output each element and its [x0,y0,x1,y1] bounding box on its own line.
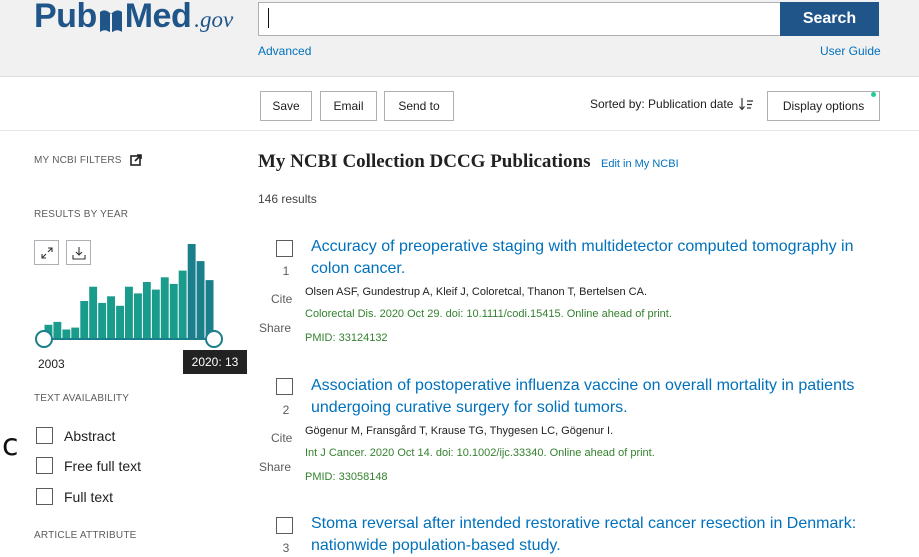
filter-checkbox[interactable] [36,488,53,505]
article-journal-citation: Colorectal Dis. 2020 Oct 29. doi: 10.111… [305,308,672,320]
toolbar-divider [0,130,919,131]
article-number: 3 [282,541,290,555]
results-by-year-heading: RESULTS BY YEAR [34,209,129,220]
my-ncbi-filters-label: MY NCBI FILTERS [34,154,122,166]
article-pmid: PMID: 33124132 [305,332,388,344]
cite-button[interactable]: Cite [271,431,292,445]
sort-descending-icon [738,97,754,111]
user-guide-link[interactable]: User Guide [820,44,881,58]
article-title-link[interactable]: Accuracy of preoperative staging with mu… [311,236,871,280]
send-to-button[interactable]: Send to [384,91,454,121]
histogram-bar[interactable] [62,329,71,340]
timeline-year-tooltip: 2020: 13 [183,350,247,374]
search-input[interactable] [258,2,780,36]
article-title-line: undergoing curative surgery for solid tu… [311,399,628,416]
histogram-bar[interactable] [71,327,80,339]
text-availability-heading: TEXT AVAILABILITY [34,393,130,404]
filter-abstract[interactable]: Abstract [36,427,115,444]
cropped-glyph: c [2,428,19,463]
filter-checkbox[interactable] [36,457,53,474]
article-attribute-heading: ARTICLE ATTRIBUTE [34,530,137,541]
logo-text-med: Med [124,0,192,35]
filter-label: Full text [64,488,114,505]
histogram-bar[interactable] [178,270,187,339]
sort-label-text: Sorted by: Publication date [590,97,734,111]
article-select-checkbox[interactable] [276,240,293,257]
histogram-bar[interactable] [125,286,133,339]
article-journal-citation: Int J Cancer. 2020 Oct 14. doi: 10.1002/… [305,447,655,459]
share-button[interactable]: Share [259,321,291,335]
article-select-checkbox[interactable] [276,378,293,395]
logo-book-icon [98,6,124,36]
results-count: 146 results [258,192,317,206]
histogram-bar[interactable] [80,301,89,339]
histogram-bar[interactable] [160,277,169,340]
display-options-indicator [871,92,876,97]
filter-full-text[interactable]: Full text [36,488,113,505]
sort-selector[interactable]: Sorted by: Publication date [590,97,754,111]
my-ncbi-filters-link[interactable]: MY NCBI FILTERS [34,154,142,166]
filter-checkbox[interactable] [36,427,53,444]
article-title-line: colon cancer. [311,260,406,277]
download-icon [71,246,86,260]
article-title-line: Accuracy of preoperative staging with mu… [311,238,854,255]
share-button[interactable]: Share [259,460,291,474]
article-number: 1 [282,264,290,278]
histogram-bar[interactable] [98,302,107,339]
article-number: 2 [282,403,290,417]
histogram-bar[interactable] [142,282,151,339]
histogram-bar[interactable] [169,283,178,339]
timeline-end-handle [205,330,223,348]
article-title-link[interactable]: Stoma reversal after intended restorativ… [311,513,871,557]
histogram-bar[interactable] [89,286,98,339]
save-button[interactable]: Save [260,91,312,121]
expand-timeline-button[interactable] [34,240,59,265]
filter-free-full-text[interactable]: Free full text [36,457,141,474]
article-title-line: Association of postoperative influenza v… [311,377,855,394]
article-select-checkbox[interactable] [276,517,293,534]
histogram-bar[interactable] [53,321,62,339]
histogram-bar[interactable] [187,244,196,339]
histogram-bar[interactable] [134,293,142,339]
article-title-link[interactable]: Association of postoperative influenza v… [311,375,871,419]
text-cursor [268,8,269,28]
expand-icon [40,246,53,259]
histogram-bar[interactable] [151,289,160,339]
filter-label: Abstract [64,427,116,444]
display-options-button[interactable]: Display options [767,91,880,121]
timeline-start-handle [35,330,53,348]
edit-in-my-ncbi-link[interactable]: Edit in My NCBI [601,158,679,170]
article-authors: Gögenur M, Fransgård T, Krause TG, Thyge… [305,425,614,437]
download-timeline-button[interactable] [66,240,91,265]
timeline-start-year: 2003 [38,357,65,371]
article-authors: Olsen ASF, Gundestrup A, Kleif J, Colore… [305,286,647,298]
logo-text-pub: Pub [34,0,97,35]
histogram-bar[interactable] [107,296,115,340]
histogram-bar[interactable] [116,305,124,340]
logo-text-gov: .gov [194,7,234,32]
email-button[interactable]: Email [320,91,377,121]
search-button[interactable]: Search [780,2,879,36]
article-pmid: PMID: 33058148 [305,471,388,483]
histogram-bar[interactable] [196,261,205,339]
pubmed-logo[interactable]: Pub Med .gov [34,0,233,36]
filter-label: Free full text [64,457,142,474]
page-title: My NCBI Collection DCCG Publications [258,151,591,172]
header-divider [0,76,919,77]
article-title-line: nationwide population-based study. [311,537,561,554]
article-title-line: Stoma reversal after intended restorativ… [311,515,857,532]
external-link-icon [129,154,142,166]
advanced-search-link[interactable]: Advanced [258,44,311,58]
cite-button[interactable]: Cite [271,292,292,306]
